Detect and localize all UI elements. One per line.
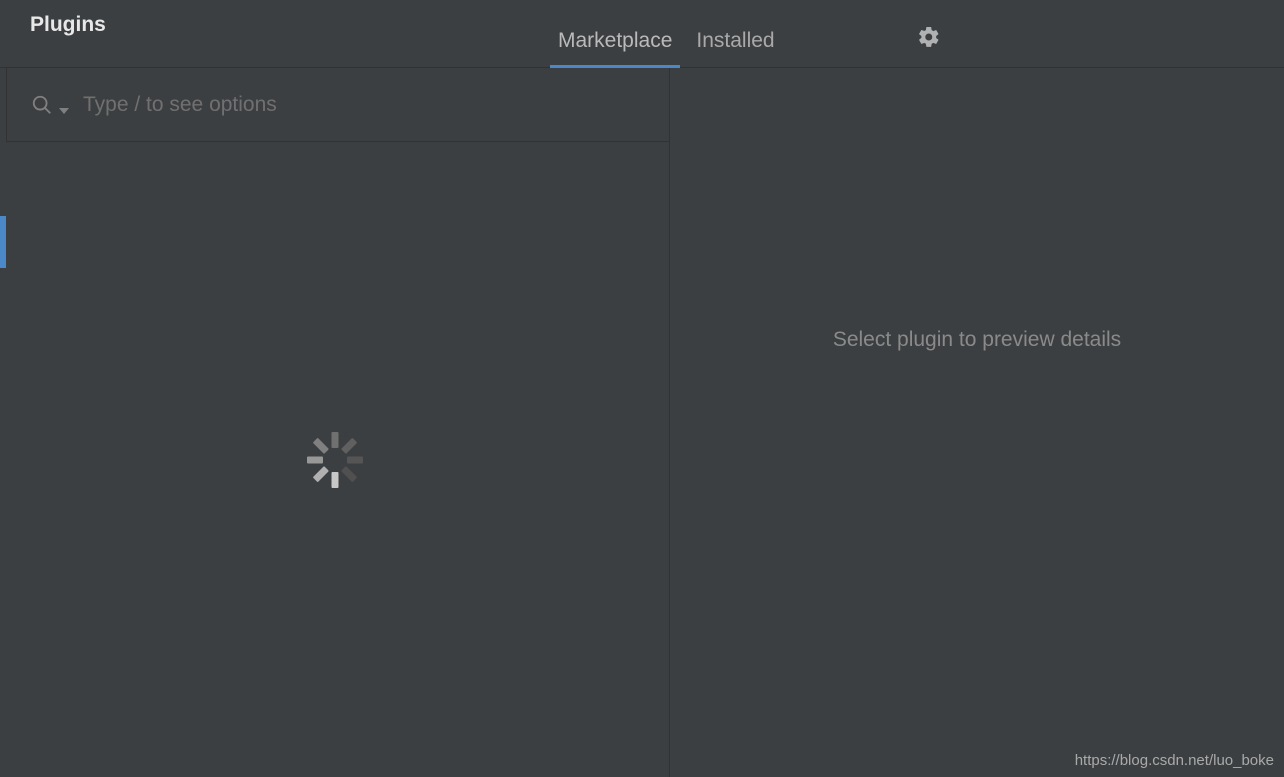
search-row: [6, 68, 669, 142]
tab-marketplace[interactable]: Marketplace: [558, 29, 672, 67]
loading-area: [0, 142, 669, 777]
tabs-container: Marketplace Installed: [558, 29, 775, 67]
page-title: Plugins: [30, 13, 106, 37]
chevron-down-icon[interactable]: [59, 102, 69, 112]
search-icon: [31, 94, 53, 116]
loading-spinner-icon: [307, 432, 363, 488]
watermark-text: https://blog.csdn.net/luo_boke: [1075, 752, 1274, 769]
empty-details-message: Select plugin to preview details: [833, 328, 1121, 352]
plugin-list-panel: [0, 68, 670, 777]
plugin-details-panel: Select plugin to preview details: [670, 68, 1284, 777]
tab-installed[interactable]: Installed: [696, 29, 774, 67]
gear-icon[interactable]: [917, 25, 941, 49]
search-input[interactable]: [83, 93, 669, 117]
